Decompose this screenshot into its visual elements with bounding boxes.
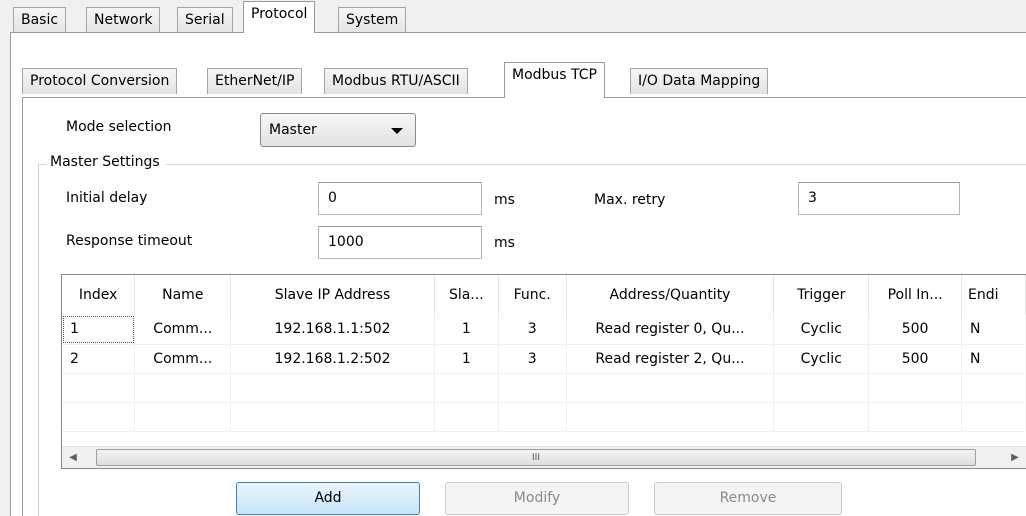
cell-trigger: Cyclic xyxy=(773,344,870,374)
column-header-trigger[interactable]: Trigger xyxy=(773,275,870,315)
command-list-table[interactable]: Index Name Slave IP Address Sla... Func.… xyxy=(61,274,1026,469)
tab-modbus-rtu-ascii[interactable]: Modbus RTU/ASCII xyxy=(324,68,468,94)
initial-delay-unit: ms xyxy=(494,192,515,208)
master-settings-title: Master Settings xyxy=(46,154,166,170)
column-header-poll-interval[interactable]: Poll In... xyxy=(868,275,963,315)
cell-trigger: Cyclic xyxy=(773,315,870,345)
table-row[interactable]: 2 Comm... 192.168.1.2:502 1 3 Read regis… xyxy=(62,344,1026,374)
cell-name: Comm... xyxy=(134,315,232,345)
tab-protocol-conversion[interactable]: Protocol Conversion xyxy=(22,68,178,94)
modify-button[interactable]: Modify xyxy=(445,482,629,515)
column-header-index[interactable]: Index xyxy=(62,275,136,315)
tab-modbus-tcp[interactable]: Modbus TCP xyxy=(504,62,605,98)
initial-delay-input[interactable]: 0 xyxy=(318,182,482,215)
tab-protocol[interactable]: Protocol xyxy=(243,1,316,33)
cell-endian: N xyxy=(961,315,1026,345)
cell-index: 2 xyxy=(62,344,136,374)
tab-network[interactable]: Network xyxy=(86,7,161,33)
tab-system[interactable]: System xyxy=(338,7,407,33)
remove-button[interactable]: Remove xyxy=(654,482,842,515)
chevron-down-icon xyxy=(391,128,403,134)
cell-name: Comm... xyxy=(134,344,232,374)
mode-select-value: Master xyxy=(269,122,317,138)
response-timeout-input[interactable]: 1000 xyxy=(318,226,482,259)
column-header-slave-ip[interactable]: Slave IP Address xyxy=(230,275,435,315)
cell-function: 3 xyxy=(498,315,567,345)
tab-basic[interactable]: Basic xyxy=(13,7,67,33)
cell-function: 3 xyxy=(498,344,567,374)
table-row[interactable]: 1 Comm... 192.168.1.1:502 1 3 Read regis… xyxy=(62,315,1026,345)
column-header-function[interactable]: Func. xyxy=(498,275,567,315)
cell-address-quantity: Read register 0, Qu... xyxy=(566,315,775,345)
cell-endian: N xyxy=(961,344,1026,374)
cell-index: 1 xyxy=(62,315,136,345)
add-button[interactable]: Add xyxy=(236,482,420,515)
cell-poll-interval: 500 xyxy=(868,344,963,374)
scroll-right-icon[interactable]: ▶ xyxy=(1004,447,1026,468)
response-timeout-label: Response timeout xyxy=(66,233,193,249)
tab-io-data-mapping[interactable]: I/O Data Mapping xyxy=(630,68,769,94)
column-header-slave-id[interactable]: Sla... xyxy=(434,275,499,315)
scrollbar-grip: III xyxy=(532,453,540,463)
response-timeout-unit: ms xyxy=(494,235,515,251)
scroll-left-icon[interactable]: ◀ xyxy=(62,447,84,468)
cell-slave-ip: 192.168.1.1:502 xyxy=(230,315,435,345)
max-retry-input[interactable]: 3 xyxy=(798,182,960,215)
mode-select[interactable]: Master xyxy=(260,113,416,147)
cell-poll-interval: 500 xyxy=(868,315,963,345)
horizontal-scrollbar[interactable]: ◀ III ▶ xyxy=(62,446,1026,468)
cell-address-quantity: Read register 2, Qu... xyxy=(566,344,775,374)
cell-slave-ip: 192.168.1.2:502 xyxy=(230,344,435,374)
table-row-empty xyxy=(62,373,1026,403)
table-header-row: Index Name Slave IP Address Sla... Func.… xyxy=(62,275,1026,315)
tab-serial[interactable]: Serial xyxy=(177,7,233,33)
column-header-name[interactable]: Name xyxy=(134,275,232,315)
column-header-address-quantity[interactable]: Address/Quantity xyxy=(566,275,775,315)
max-retry-label: Max. retry xyxy=(594,192,666,208)
tab-ethernet-ip[interactable]: EtherNet/IP xyxy=(207,68,303,94)
scrollbar-thumb[interactable]: III xyxy=(96,449,976,466)
column-header-endian[interactable]: Endi xyxy=(961,275,1026,315)
mode-selection-label: Mode selection xyxy=(66,119,172,135)
cell-slave-id: 1 xyxy=(434,344,499,374)
cell-slave-id: 1 xyxy=(434,315,499,345)
table-row-empty xyxy=(62,402,1026,432)
initial-delay-label: Initial delay xyxy=(66,190,148,206)
